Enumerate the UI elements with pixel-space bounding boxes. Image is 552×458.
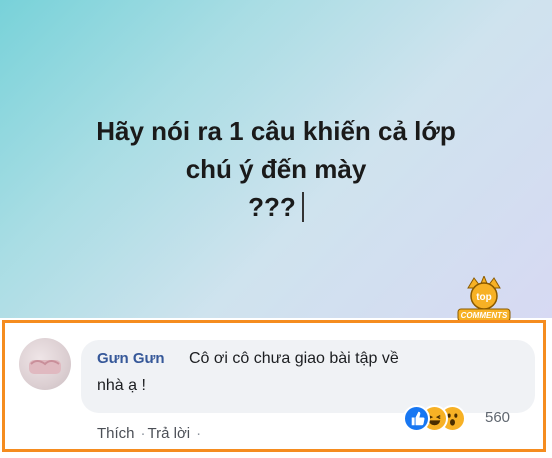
avatar-image [29, 360, 61, 374]
comment-actions: Thích · Trả lời · [97, 425, 203, 442]
comment-author[interactable]: Gưn Gưn [97, 350, 165, 367]
reply-link[interactable]: Trả lời [148, 425, 191, 442]
comment-text-line-1: Cô ơi cô chưa giao bài tập về [189, 350, 399, 367]
highlighted-comment: Gưn Gưn Cô ơi cô chưa giao bài tập về nh… [2, 320, 546, 452]
action-separator: · [140, 425, 146, 442]
action-separator: · [196, 425, 202, 442]
badge-top-text: top [476, 292, 492, 303]
reaction-count: 560 [485, 409, 511, 426]
badge-comments-text: COMMENTS [461, 311, 508, 320]
like-link[interactable]: Thích [97, 425, 135, 442]
post-line-3: ??? [0, 188, 552, 226]
like-icon [403, 405, 430, 432]
post-line-1: Hãy nói ra 1 câu khiến cả lớp [96, 116, 456, 146]
text-cursor [301, 192, 304, 222]
comment-bubble: Gưn Gưn Cô ơi cô chưa giao bài tập về nh… [81, 340, 535, 413]
comment-text-line-2: nhà ạ ! [97, 377, 146, 394]
post-line-2: chú ý đến mày [185, 154, 367, 184]
avatar[interactable] [19, 338, 71, 390]
post-line-3-text: ??? [248, 192, 296, 222]
post-text: Hãy nói ra 1 câu khiến cả lớp chú ý đến … [0, 112, 552, 226]
